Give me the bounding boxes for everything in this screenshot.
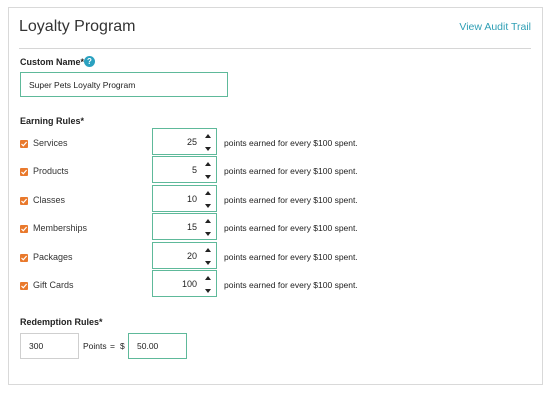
services-points-stepper[interactable]: 25: [152, 128, 217, 155]
increment-arrow-icon[interactable]: [203, 188, 213, 198]
memberships-points-stepper[interactable]: 15: [152, 213, 217, 240]
check-icon: [21, 283, 28, 289]
classes-checkbox[interactable]: [20, 197, 28, 205]
stepper-value[interactable]: 5: [192, 165, 197, 175]
earning-rules-label: Earning Rules*: [20, 116, 85, 126]
check-icon: [21, 198, 28, 204]
rule-suffix: points earned for every $100 spent.: [224, 223, 358, 233]
increment-arrow-icon[interactable]: [203, 159, 213, 169]
increment-arrow-icon[interactable]: [203, 273, 213, 283]
help-icon[interactable]: ?: [84, 56, 95, 67]
services-checkbox[interactable]: [20, 140, 28, 148]
rule-suffix: points earned for every $100 spent.: [224, 166, 358, 176]
decrement-arrow-icon[interactable]: [203, 286, 213, 296]
check-icon: [21, 226, 28, 232]
view-audit-trail-link[interactable]: View Audit Trail: [459, 21, 531, 33]
check-icon: [21, 255, 28, 261]
increment-arrow-icon[interactable]: [203, 131, 213, 141]
page-title: Loyalty Program: [19, 18, 136, 35]
points-label: Points: [83, 341, 107, 351]
redemption-rules-label: Redemption Rules*: [20, 317, 103, 327]
rule-suffix: points earned for every $100 spent.: [224, 138, 358, 148]
stepper-value[interactable]: 15: [187, 222, 197, 232]
decrement-arrow-icon[interactable]: [203, 258, 213, 268]
packages-points-stepper[interactable]: 20: [152, 242, 217, 269]
products-points-stepper[interactable]: 5: [152, 156, 217, 183]
gift-cards-checkbox[interactable]: [20, 282, 28, 290]
rule-suffix: points earned for every $100 spent.: [224, 252, 358, 262]
decrement-arrow-icon[interactable]: [203, 201, 213, 211]
decrement-arrow-icon[interactable]: [203, 144, 213, 154]
rule-label: Classes: [33, 195, 66, 205]
panel-header: Loyalty Program View Audit Trail: [19, 17, 531, 49]
stepper-value[interactable]: 100: [182, 279, 197, 289]
rule-suffix: points earned for every $100 spent.: [224, 195, 358, 205]
rule-label: Gift Cards: [33, 280, 74, 290]
redemption-dollar-input[interactable]: [128, 333, 187, 359]
rule-label: Services: [33, 138, 68, 148]
memberships-checkbox[interactable]: [20, 225, 28, 233]
increment-arrow-icon[interactable]: [203, 245, 213, 255]
packages-checkbox[interactable]: [20, 254, 28, 262]
custom-name-label: Custom Name*: [20, 57, 85, 67]
stepper-value[interactable]: 20: [187, 251, 197, 261]
classes-points-stepper[interactable]: 10: [152, 185, 217, 212]
redemption-points-input[interactable]: [20, 333, 79, 359]
rule-label: Products: [33, 166, 69, 176]
decrement-arrow-icon[interactable]: [203, 229, 213, 239]
equals-sign: =: [110, 341, 115, 351]
products-checkbox[interactable]: [20, 168, 28, 176]
rule-suffix: points earned for every $100 spent.: [224, 280, 358, 290]
earning-rule-gift-cards: Gift Cards 100 points earned for every $…: [20, 270, 380, 305]
rule-label: Packages: [33, 252, 73, 262]
rule-label: Memberships: [33, 223, 88, 233]
increment-arrow-icon[interactable]: [203, 216, 213, 226]
stepper-value[interactable]: 25: [187, 137, 197, 147]
currency-symbol: $: [120, 341, 125, 351]
gift-cards-points-stepper[interactable]: 100: [152, 270, 217, 297]
stepper-value[interactable]: 10: [187, 194, 197, 204]
decrement-arrow-icon[interactable]: [203, 172, 213, 182]
check-icon: [21, 169, 28, 175]
custom-name-input[interactable]: [20, 72, 228, 97]
check-icon: [21, 141, 28, 147]
